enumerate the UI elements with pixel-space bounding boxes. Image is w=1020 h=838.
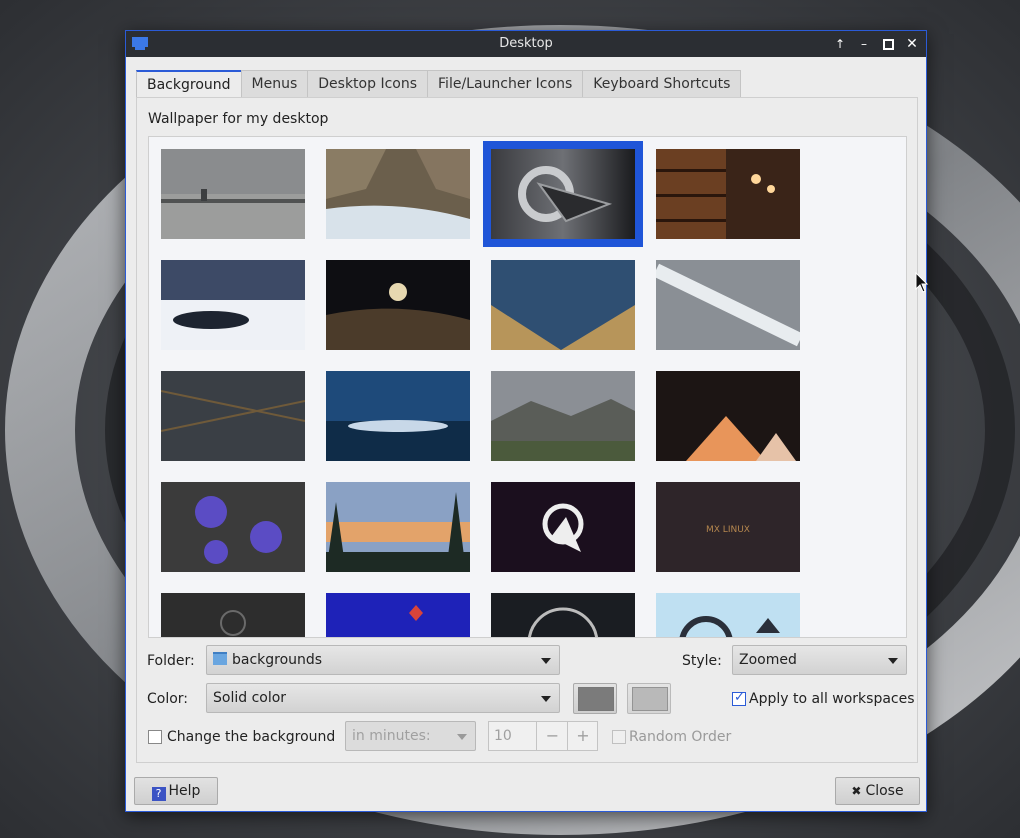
minutes-spinbox[interactable]: 10 − + xyxy=(488,721,598,751)
folder-select[interactable]: backgrounds xyxy=(206,645,560,675)
wallpaper-thumb-9[interactable] xyxy=(161,371,305,461)
keep-above-icon[interactable]: ↑ xyxy=(832,36,848,52)
color-style-value: Solid color xyxy=(213,690,287,706)
maximize-icon[interactable] xyxy=(880,36,896,52)
color-label: Color: xyxy=(147,691,189,707)
wallpaper-thumb-4[interactable] xyxy=(656,149,800,239)
primary-color-button[interactable] xyxy=(573,683,617,714)
wallpaper-thumb-19[interactable] xyxy=(491,593,635,638)
wallpaper-thumb-1[interactable] xyxy=(161,149,305,239)
svg-text:MX LINUX: MX LINUX xyxy=(706,525,750,535)
random-order-label[interactable]: Random Order xyxy=(629,729,731,745)
folder-icon xyxy=(213,652,227,665)
chevron-down-icon xyxy=(541,696,551,702)
tab-bar: Background Menus Desktop Icons File/Laun… xyxy=(136,70,742,99)
secondary-color-button[interactable] xyxy=(627,683,671,714)
help-label: Help xyxy=(168,783,201,799)
change-background-checkbox[interactable] xyxy=(148,730,162,744)
window-title: Desktop xyxy=(499,36,553,51)
wallpaper-thumb-13[interactable] xyxy=(161,482,305,572)
wallpaper-label: Wallpaper for my desktop xyxy=(148,111,329,127)
primary-color-swatch xyxy=(578,687,614,711)
folder-value: backgrounds xyxy=(232,652,323,668)
wallpaper-thumb-6[interactable] xyxy=(326,260,470,350)
chevron-down-icon xyxy=(541,658,551,664)
wallpaper-thumb-16[interactable]: MX LINUX xyxy=(656,482,800,572)
wallpaper-thumb-15[interactable] xyxy=(491,482,635,572)
wallpaper-thumb-12[interactable] xyxy=(656,371,800,461)
wallpaper-thumb-3-selected[interactable] xyxy=(483,141,643,247)
chevron-down-icon xyxy=(457,734,467,740)
color-style-select[interactable]: Solid color xyxy=(206,683,560,713)
interval-select[interactable]: in minutes: xyxy=(345,721,476,751)
wallpaper-thumb-20[interactable] xyxy=(656,593,800,638)
tab-file-launcher-icons[interactable]: File/Launcher Icons xyxy=(427,70,584,97)
chevron-down-icon xyxy=(888,658,898,664)
style-label: Style: xyxy=(682,653,722,669)
close-label: Close xyxy=(865,783,904,799)
help-icon: ? xyxy=(151,787,166,801)
mouse-pointer-icon xyxy=(915,272,929,293)
wallpaper-grid[interactable]: MX LINUX xyxy=(148,136,907,638)
close-button[interactable]: ✖ Close xyxy=(835,777,920,805)
tab-desktop-icons[interactable]: Desktop Icons xyxy=(307,70,429,97)
wallpaper-thumb-11[interactable] xyxy=(491,371,635,461)
minimize-icon[interactable]: – xyxy=(856,36,872,52)
wallpaper-thumb-14[interactable] xyxy=(326,482,470,572)
tab-background[interactable]: Background xyxy=(136,70,242,99)
title-bar[interactable]: Desktop ↑ – ✕ xyxy=(126,31,926,57)
close-icon: ✖ xyxy=(851,784,862,798)
close-window-icon[interactable]: ✕ xyxy=(904,36,920,52)
style-select[interactable]: Zoomed xyxy=(732,645,907,675)
minutes-value: 10 xyxy=(494,728,512,744)
apply-all-label[interactable]: Apply to all workspaces xyxy=(749,691,915,707)
wallpaper-thumb-2[interactable] xyxy=(326,149,470,239)
background-panel: Wallpaper for my desktop MX LINUX Folder… xyxy=(136,97,918,763)
tab-menus[interactable]: Menus xyxy=(240,70,309,97)
wallpaper-thumb-5[interactable] xyxy=(161,260,305,350)
wallpaper-thumb-18[interactable] xyxy=(326,593,470,638)
apply-all-checkbox[interactable] xyxy=(732,690,746,706)
folder-label: Folder: xyxy=(147,653,195,669)
help-button[interactable]: ? Help xyxy=(134,777,218,805)
style-value: Zoomed xyxy=(739,652,797,668)
tab-keyboard-shortcuts[interactable]: Keyboard Shortcuts xyxy=(582,70,742,97)
plus-icon[interactable]: + xyxy=(567,722,598,750)
secondary-color-swatch xyxy=(632,687,668,711)
change-background-label[interactable]: Change the background xyxy=(167,729,335,745)
wallpaper-thumb-7[interactable] xyxy=(491,260,635,350)
desktop-settings-window: Desktop ↑ – ✕ Background Menus Desktop I… xyxy=(125,30,927,812)
interval-value: in minutes: xyxy=(352,728,431,744)
random-order-checkbox[interactable] xyxy=(612,730,626,744)
wallpaper-thumb-10[interactable] xyxy=(326,371,470,461)
minus-icon[interactable]: − xyxy=(536,722,568,750)
wallpaper-thumb-17[interactable] xyxy=(161,593,305,638)
wallpaper-thumb-8[interactable] xyxy=(656,260,800,350)
